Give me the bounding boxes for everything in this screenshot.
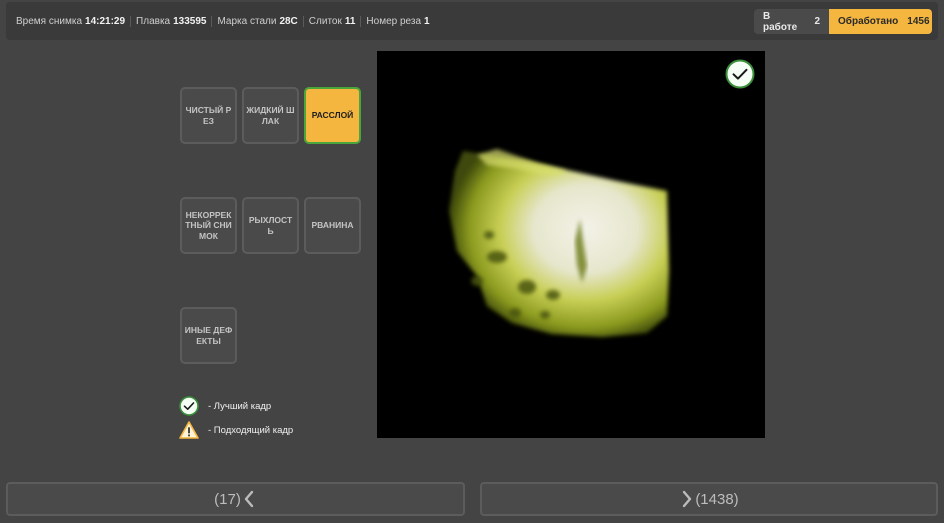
ingot-value: 11 (344, 15, 356, 27)
cut-number: Номер реза 1 (360, 15, 434, 27)
legend-suitable-frame-label: - Подходящий кадр (208, 424, 294, 436)
defect-liquid-slag-button[interactable]: ЖИДКИЙ ШЛАК (242, 87, 299, 144)
ingot-label: Слиток (308, 15, 342, 27)
prev-count: (17) (214, 490, 241, 508)
processed-value: 1456 (907, 16, 930, 27)
melt-value: 133595 (173, 15, 207, 27)
in-work-label: В работе (763, 10, 798, 33)
processed-counter: Обработано 1456 (829, 9, 932, 34)
legend-best-frame: - Лучший кадр (179, 395, 293, 417)
capture-time-label: Время снимка (16, 15, 83, 27)
steel-grade-label: Марка стали (217, 15, 277, 27)
next-count: (1438) (695, 490, 739, 508)
defect-porosity-button[interactable]: РЫХЛОСТЬ (242, 197, 299, 254)
defect-label: ЧИСТЫЙ РЕЗ (185, 104, 232, 126)
defect-label: ИНЫЕ ДЕФЕКТЫ (184, 324, 233, 346)
defect-label: РВАНИНА (311, 220, 354, 231)
top-bar: Время снимка 14:21:29 Плавка 133595 Марк… (6, 2, 938, 40)
steel-grade-value: 28С (279, 15, 298, 27)
cut-number-value: 1 (424, 15, 430, 27)
legend: - Лучший кадр - Подходящий кадр (179, 395, 293, 443)
defect-label: НЕКОРРЕКТНЫЙ СНИМОК (185, 209, 232, 241)
defect-other-button[interactable]: ИНЫЕ ДЕФЕКТЫ (180, 307, 237, 364)
capture-info: Время снимка 14:21:29 Плавка 133595 Марк… (6, 15, 435, 27)
defect-label: РАССЛОЙ (311, 110, 354, 121)
defect-tearing-button[interactable]: РВАНИНА (304, 197, 361, 254)
next-frame-button[interactable]: (1438) (480, 482, 938, 516)
cut-image (377, 51, 765, 438)
defect-clean-cut-button[interactable]: ЧИСТЫЙ РЕЗ (180, 87, 237, 144)
capture-time-value: 14:21:29 (85, 15, 126, 27)
chevron-right-icon (681, 490, 693, 508)
steel-grade: Марка стали 28С (211, 15, 302, 27)
legend-suitable-frame: - Подходящий кадр (179, 419, 293, 441)
chevron-left-icon (243, 490, 255, 508)
prev-frame-button[interactable]: (17) (6, 482, 465, 516)
melt-label: Плавка (136, 15, 171, 27)
in-work-value: 2 (814, 16, 820, 27)
melt: Плавка 133595 (130, 15, 211, 27)
defect-incorrect-image-button[interactable]: НЕКОРРЕКТНЫЙ СНИМОК (180, 197, 237, 254)
defect-delamination-button[interactable]: РАССЛОЙ (304, 87, 361, 144)
processed-label: Обработано (838, 16, 899, 27)
stats: В работе 2 Обработано 1456 (754, 9, 932, 34)
check-circle-icon (179, 396, 199, 416)
best-frame-badge[interactable] (725, 59, 755, 94)
defect-label: РЫХЛОСТЬ (248, 214, 293, 236)
legend-best-frame-label: - Лучший кадр (208, 400, 272, 412)
ingot: Слиток 11 (302, 15, 361, 27)
capture-time: Время снимка 14:21:29 (11, 16, 130, 27)
defect-label: ЖИДКИЙ ШЛАК (246, 104, 295, 126)
cut-number-label: Номер реза (366, 15, 422, 27)
warning-icon (179, 421, 199, 439)
in-work-counter: В работе 2 (754, 9, 829, 34)
ingot-cut-scan (449, 149, 669, 337)
check-circle-icon (725, 59, 755, 89)
